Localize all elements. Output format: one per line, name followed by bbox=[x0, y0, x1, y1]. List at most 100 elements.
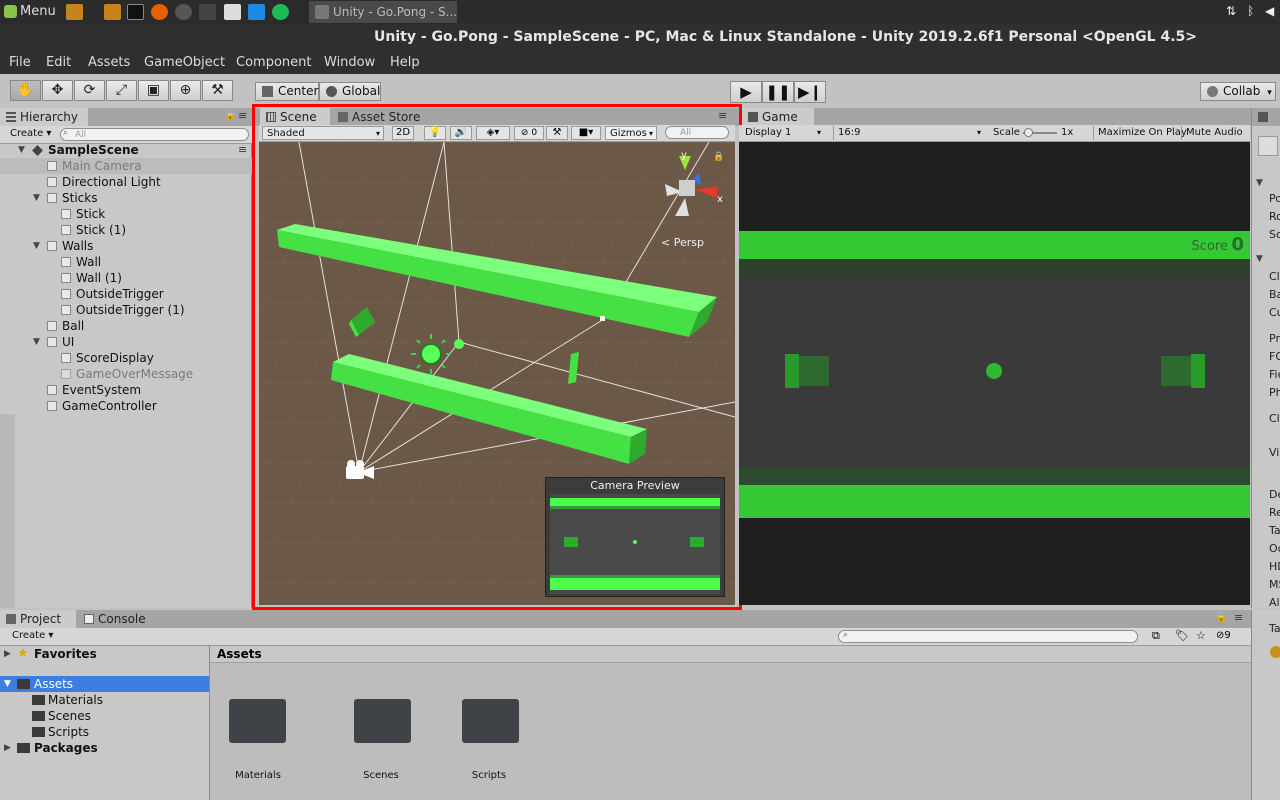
tab-game[interactable]: Game bbox=[742, 108, 814, 126]
hierarchy-item-sticks[interactable]: ▼ Sticks bbox=[0, 190, 252, 206]
favorite-star-icon[interactable]: ☆ bbox=[1196, 629, 1206, 642]
transform-tool-button[interactable]: ⊕ bbox=[170, 80, 201, 101]
terminal-launcher-icon[interactable] bbox=[127, 4, 144, 20]
volume-icon[interactable]: ◀ bbox=[1265, 4, 1274, 18]
custom-tool-button[interactable]: ⚒ bbox=[202, 80, 233, 101]
hidden-packages-toggle[interactable]: ⊘9 bbox=[1216, 630, 1231, 641]
rotate-tool-button[interactable]: ⟳ bbox=[74, 80, 105, 101]
move-tool-button[interactable]: ✥ bbox=[42, 80, 73, 101]
hierarchy-item-ui[interactable]: ▼ UI bbox=[0, 334, 252, 350]
expand-arrow-icon[interactable]: ▼ bbox=[1256, 178, 1263, 188]
files-launcher-icon[interactable] bbox=[66, 4, 83, 20]
project-panel: Project Console 🔒 ≡ Create ▾ ⌕ ⧉ 🏷 ☆ ⊘9 … bbox=[0, 610, 1251, 800]
start-menu-label[interactable]: Menu bbox=[20, 4, 56, 19]
project-create-dropdown[interactable]: Create ▾ bbox=[12, 630, 53, 641]
maximize-on-play-toggle[interactable]: Maximize On Play bbox=[1093, 126, 1187, 140]
pause-button[interactable]: ❚❚ bbox=[762, 81, 794, 103]
game-top-wall-edge bbox=[739, 259, 1250, 277]
hierarchy-item-main-camera[interactable]: Main Camera bbox=[0, 158, 252, 174]
asset-folder-scenes[interactable] bbox=[354, 699, 411, 743]
hierarchy-item-score-display[interactable]: ScoreDisplay bbox=[0, 350, 252, 366]
game-viewport[interactable]: Score 0 bbox=[739, 142, 1250, 605]
mute-audio-toggle[interactable]: Mute Audio bbox=[1181, 126, 1243, 140]
inkscape-launcher-icon[interactable] bbox=[199, 4, 216, 20]
hand-tool-button[interactable]: ✋ bbox=[10, 80, 41, 101]
breadcrumb[interactable]: Assets bbox=[217, 647, 262, 661]
hierarchy-item-walls[interactable]: ▼ Walls bbox=[0, 238, 252, 254]
project-search-input[interactable] bbox=[838, 630, 1138, 643]
space-global-toggle[interactable]: Global bbox=[319, 82, 381, 101]
tree-item-scenes[interactable]: Scenes bbox=[0, 708, 209, 724]
menu-gameobject[interactable]: GameObject bbox=[144, 55, 225, 70]
expand-arrow-icon[interactable]: ▼ bbox=[33, 334, 40, 350]
add-component-icon[interactable] bbox=[1270, 646, 1280, 658]
menu-component[interactable]: Component bbox=[236, 55, 311, 70]
menu-window[interactable]: Window bbox=[324, 55, 375, 70]
filter-label-icon[interactable]: 🏷 bbox=[1175, 629, 1189, 642]
lock-icon[interactable]: 🔒 bbox=[224, 110, 236, 121]
hierarchy-item-ball[interactable]: Ball bbox=[0, 318, 252, 334]
spotify-launcher-icon[interactable] bbox=[272, 4, 289, 20]
menu-file[interactable]: File bbox=[9, 55, 31, 70]
tree-item-packages[interactable]: ▶ Packages bbox=[0, 740, 209, 756]
display-dropdown[interactable]: Display 1 ▾ bbox=[745, 126, 823, 140]
info-icon[interactable] bbox=[1258, 112, 1268, 122]
tab-console[interactable]: Console bbox=[78, 610, 158, 628]
scale-tool-button[interactable]: ⤢ bbox=[106, 80, 137, 101]
hierarchy-item-stick[interactable]: Stick bbox=[0, 206, 252, 222]
network-icon[interactable]: ⇅ bbox=[1226, 4, 1236, 18]
expand-arrow-icon[interactable]: ▼ bbox=[1256, 254, 1263, 264]
hierarchy-gutter bbox=[0, 414, 15, 608]
firefox-launcher-icon[interactable] bbox=[151, 4, 168, 20]
hierarchy-item-wall[interactable]: Wall bbox=[0, 254, 252, 270]
hierarchy-item-directional-light[interactable]: Directional Light bbox=[0, 174, 252, 190]
hierarchy-scene-row[interactable]: ▼ SampleScene ≡ bbox=[0, 142, 252, 158]
hierarchy-item-outside-trigger-1[interactable]: OutsideTrigger (1) bbox=[0, 302, 252, 318]
scene-menu-icon[interactable]: ≡ bbox=[238, 142, 247, 158]
expand-arrow-icon[interactable]: ▶ bbox=[4, 740, 11, 756]
panel-menu-icon[interactable]: ≡ bbox=[1234, 611, 1243, 624]
menu-edit[interactable]: Edit bbox=[46, 55, 71, 70]
tab-project[interactable]: Project bbox=[0, 610, 76, 628]
hierarchy-item-event-system[interactable]: EventSystem bbox=[0, 382, 252, 398]
pivot-center-toggle[interactable]: Center bbox=[255, 82, 319, 101]
bluetooth-icon[interactable]: ᛒ bbox=[1247, 4, 1254, 18]
panel-menu-icon[interactable]: ≡ bbox=[238, 109, 247, 122]
hierarchy-item-game-over-message[interactable]: GameOverMessage bbox=[0, 366, 252, 382]
hierarchy-create-dropdown[interactable]: Create ▾ bbox=[10, 128, 51, 139]
lock-icon[interactable]: 🔒 bbox=[1215, 612, 1227, 623]
scale-slider-thumb[interactable] bbox=[1024, 128, 1033, 137]
mint-menu-icon[interactable] bbox=[4, 5, 17, 18]
hierarchy-item-wall-1[interactable]: Wall (1) bbox=[0, 270, 252, 286]
collab-dropdown[interactable]: Collab ▾ bbox=[1200, 82, 1276, 101]
asset-folder-scripts[interactable] bbox=[462, 699, 519, 743]
play-button[interactable]: ▶ bbox=[730, 81, 762, 103]
hierarchy-search-input[interactable]: All bbox=[60, 128, 249, 141]
tree-item-materials[interactable]: Materials bbox=[0, 692, 209, 708]
tree-item-assets[interactable]: ▼ Assets bbox=[0, 676, 209, 692]
folder-launcher-icon[interactable] bbox=[104, 4, 121, 20]
tab-hierarchy[interactable]: Hierarchy bbox=[0, 108, 88, 126]
unity-launcher-icon[interactable] bbox=[224, 4, 241, 20]
game-right-stick-side bbox=[1161, 356, 1191, 386]
menu-assets[interactable]: Assets bbox=[88, 55, 130, 70]
asset-folder-materials[interactable] bbox=[229, 699, 286, 743]
expand-arrow-icon[interactable]: ▼ bbox=[33, 190, 40, 206]
vscode-launcher-icon[interactable] bbox=[248, 4, 265, 20]
menu-help[interactable]: Help bbox=[390, 55, 420, 70]
expand-arrow-icon[interactable]: ▶ bbox=[4, 646, 11, 662]
hierarchy-item-game-controller[interactable]: GameController bbox=[0, 398, 252, 414]
tree-item-favorites[interactable]: ▶ ★ Favorites bbox=[0, 646, 209, 662]
unity-hub-launcher-icon[interactable] bbox=[175, 4, 192, 20]
expand-arrow-icon[interactable]: ▼ bbox=[4, 676, 11, 692]
expand-arrow-icon[interactable]: ▼ bbox=[18, 142, 25, 158]
taskbar-window-unity[interactable]: Unity - Go.Pong - S... bbox=[309, 1, 457, 23]
expand-arrow-icon[interactable]: ▼ bbox=[33, 238, 40, 254]
hierarchy-item-stick-1[interactable]: Stick (1) bbox=[0, 222, 252, 238]
step-button[interactable]: ▶❙ bbox=[794, 81, 826, 103]
hierarchy-item-outside-trigger[interactable]: OutsideTrigger bbox=[0, 286, 252, 302]
aspect-dropdown[interactable]: 16:9 ▾ bbox=[833, 126, 983, 140]
filter-type-icon[interactable]: ⧉ bbox=[1152, 629, 1160, 643]
tree-item-scripts[interactable]: Scripts bbox=[0, 724, 209, 740]
rect-tool-button[interactable]: ▣ bbox=[138, 80, 169, 101]
